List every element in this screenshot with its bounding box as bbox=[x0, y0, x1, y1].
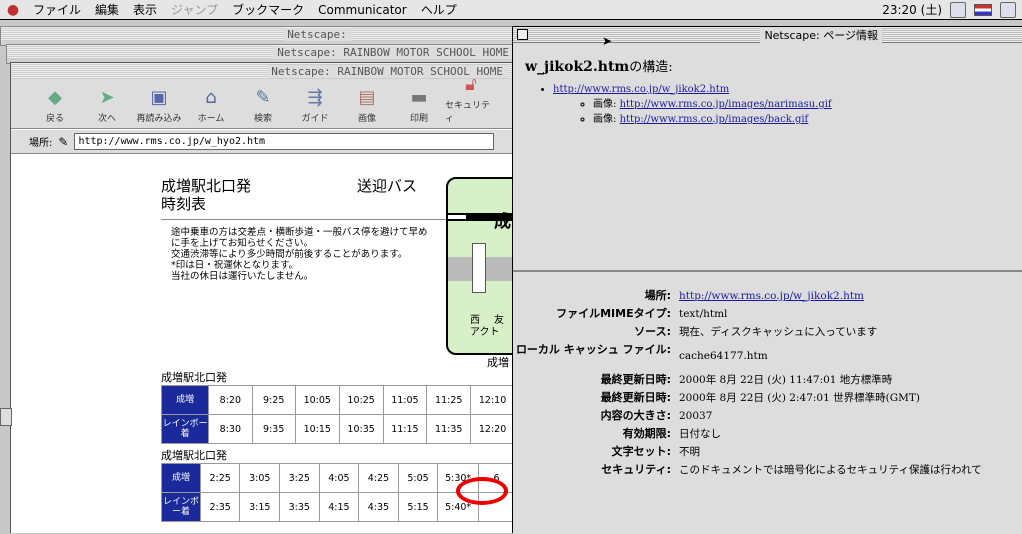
menu-help[interactable]: ヘルプ bbox=[414, 1, 464, 18]
images-icon: ▤ bbox=[358, 87, 376, 108]
print-icon: ▬ bbox=[410, 87, 428, 108]
section-label: 成増駅北口発 bbox=[161, 371, 227, 384]
detail-row: ローカル キャッシュ ファイル: cache64177.htm bbox=[515, 343, 768, 363]
navigation-toolbar: ◆ 戻る ➤ 次へ ▣ 再読み込み ⌂ ホーム ✎ 検索 ⇶ ガイド ▤ 画像 ▬ 印刷 🔓︎ セ… bbox=[11, 74, 515, 129]
window-title: Netscape: RAINBOW MOTOR SCHOOL HOME bbox=[273, 45, 513, 59]
menu-view[interactable]: 表示 bbox=[126, 1, 164, 18]
page-content: 成増駅北口発 時刻表 送迎バス 途中乗車の方は交差点・横断歩道・一般バス停を避け… bbox=[11, 155, 515, 533]
print-button[interactable]: ▬ 印刷 bbox=[393, 79, 445, 128]
map-label: アクト bbox=[470, 327, 500, 338]
info-title-bar[interactable]: Netscape: ページ情報 bbox=[513, 26, 1022, 43]
detail-row: 場所: http://www.rms.co.jp/w_jikok2.htm bbox=[644, 289, 865, 303]
route-map-image: 成 西 友 アクト bbox=[446, 177, 515, 355]
structure-pane: w_jikok2.htmの構造: http://www.rms.co.jp/w_… bbox=[513, 44, 1022, 272]
lock-icon: 🔓︎ bbox=[465, 74, 477, 95]
window-edge-handle[interactable] bbox=[0, 408, 12, 426]
location-link[interactable]: http://www.rms.co.jp/w_jikok2.htm bbox=[675, 290, 864, 302]
row-header: 成増 bbox=[160, 385, 210, 415]
table-row: レインボー着 8:30 9:35 10:15 10:35 11:15 11:35… bbox=[160, 414, 515, 444]
mouse-cursor-icon: ➤ bbox=[602, 34, 613, 48]
menubar: ● ファイル 編集 表示 ジャンプ ブックマーク Communicator ヘル… bbox=[0, 0, 1022, 20]
page-title: 成増駅北口発 時刻表 bbox=[161, 177, 252, 213]
search-icon: ✎ bbox=[255, 87, 271, 108]
details-pane: 場所: http://www.rms.co.jp/w_jikok2.htm ファイ… bbox=[513, 276, 1022, 534]
detail-row: セキュリティ: このドキュメントでは暗号化によるセキュリティ保護は行われて bbox=[601, 463, 982, 477]
browser-window: Netscape: RAINBOW MOTOR SCHOOL HOME ◆ 戻る … bbox=[10, 62, 515, 533]
menu-edit[interactable]: 編集 bbox=[88, 1, 126, 18]
close-box-icon[interactable] bbox=[517, 29, 528, 40]
location-input[interactable] bbox=[74, 133, 495, 150]
location-bar: 場所: ✎ bbox=[11, 130, 515, 154]
security-button[interactable]: 🔓︎ セキュリティ bbox=[445, 74, 497, 128]
row-header: レインボー着 bbox=[160, 414, 210, 444]
table-row: 成増 8:20 9:25 10:05 10:25 11:05 11:25 12:… bbox=[160, 385, 515, 415]
background-window-2[interactable]: Netscape: RAINBOW MOTOR SCHOOL HOME bbox=[6, 44, 520, 64]
background-window-1[interactable]: Netscape: bbox=[0, 26, 520, 46]
detail-row: 内容の大きさ: 20037 bbox=[600, 409, 713, 423]
document-link[interactable]: http://www.rms.co.jp/w_jikok2.htm bbox=[553, 84, 729, 95]
guide-button[interactable]: ⇶ ガイド bbox=[289, 79, 341, 128]
browser-title-bar[interactable]: Netscape: RAINBOW MOTOR SCHOOL HOME bbox=[11, 63, 513, 79]
reload-icon: ▣ bbox=[150, 87, 168, 108]
detail-row: 最終更新日時: 2000年 8月 22日 (火) 11:47:01 地方標準時 bbox=[600, 373, 893, 387]
menu-go: ジャンプ bbox=[171, 3, 219, 17]
map-caption: 成増 bbox=[487, 356, 509, 369]
row-header: 成増 bbox=[161, 463, 201, 493]
menu-communicator[interactable]: Communicator bbox=[311, 3, 414, 17]
location-label: 場所: bbox=[29, 138, 53, 149]
detail-row: ソース: 現在、ディスクキャッシュに入っています bbox=[634, 325, 878, 339]
home-icon: ⌂ bbox=[205, 87, 217, 108]
notice-text: 途中乗車の方は交差点・横断歩道・一般バス停を避けて早め に手を上げてお知らせくだ… bbox=[171, 227, 428, 282]
detail-row: 文字セット: 不明 bbox=[611, 445, 700, 459]
list-item: 画像: http://www.rms.co.jp/images/back.gif bbox=[593, 110, 832, 125]
search-button[interactable]: ✎ 検索 bbox=[237, 79, 289, 128]
image-link[interactable]: http://www.rms.co.jp/images/narimasu.gif bbox=[620, 99, 832, 110]
back-button[interactable]: ◆ 戻る bbox=[29, 79, 81, 128]
divider bbox=[161, 219, 451, 220]
reload-button[interactable]: ▣ 再読み込み bbox=[133, 79, 185, 128]
page-subtitle: 送迎バス bbox=[357, 177, 418, 195]
menu-file[interactable]: ファイル bbox=[26, 1, 88, 18]
netscape-app-icon[interactable] bbox=[1000, 1, 1016, 18]
window-title: Netscape: ページ情報 bbox=[760, 26, 882, 43]
section-label: 成増駅北口発 bbox=[161, 449, 227, 462]
forward-button[interactable]: ➤ 次へ bbox=[81, 79, 133, 128]
app-switcher-icon[interactable] bbox=[950, 1, 966, 18]
row-header: レインボー着 bbox=[161, 492, 201, 522]
detail-row: 有効期限: 日付なし bbox=[622, 427, 721, 441]
keyboard-layout-flag-icon[interactable] bbox=[974, 3, 992, 16]
list-item: http://www.rms.co.jp/w_jikok2.htm 画像: ht… bbox=[553, 84, 832, 125]
forward-arrow-icon: ➤ bbox=[99, 87, 115, 108]
guide-icon: ⇶ bbox=[307, 87, 323, 108]
image-link[interactable]: http://www.rms.co.jp/images/back.gif bbox=[620, 114, 809, 125]
menu-bookmarks[interactable]: ブックマーク bbox=[225, 1, 311, 18]
red-highlight-circle bbox=[456, 477, 508, 505]
back-arrow-icon: ◆ bbox=[48, 87, 62, 108]
apple-menu-icon[interactable]: ● bbox=[0, 2, 26, 18]
window-title: Netscape: bbox=[283, 27, 351, 41]
detail-row: 最終更新日時: 2000年 8月 22日 (火) 2:47:01 世界標準時(GM… bbox=[600, 391, 920, 405]
structure-list: http://www.rms.co.jp/w_jikok2.htm 画像: ht… bbox=[553, 84, 832, 125]
structure-heading: w_jikok2.htmの構造: bbox=[525, 59, 673, 75]
page-proxy-icon[interactable]: ✎ bbox=[58, 135, 68, 149]
images-button[interactable]: ▤ 画像 bbox=[341, 79, 393, 128]
list-item: 画像: http://www.rms.co.jp/images/narimasu… bbox=[593, 95, 832, 110]
timetable-morning: 成増 8:20 9:25 10:05 10:25 11:05 11:25 12:… bbox=[160, 385, 515, 444]
map-label: 成 bbox=[494, 212, 511, 232]
detail-row: ファイルMIMEタイプ: text/html bbox=[556, 307, 728, 321]
clock: 23:20 (土) bbox=[882, 3, 942, 17]
page-info-window: Netscape: ページ情報 w_jikok2.htmの構造: http://… bbox=[512, 26, 1022, 534]
home-button[interactable]: ⌂ ホーム bbox=[185, 79, 237, 128]
